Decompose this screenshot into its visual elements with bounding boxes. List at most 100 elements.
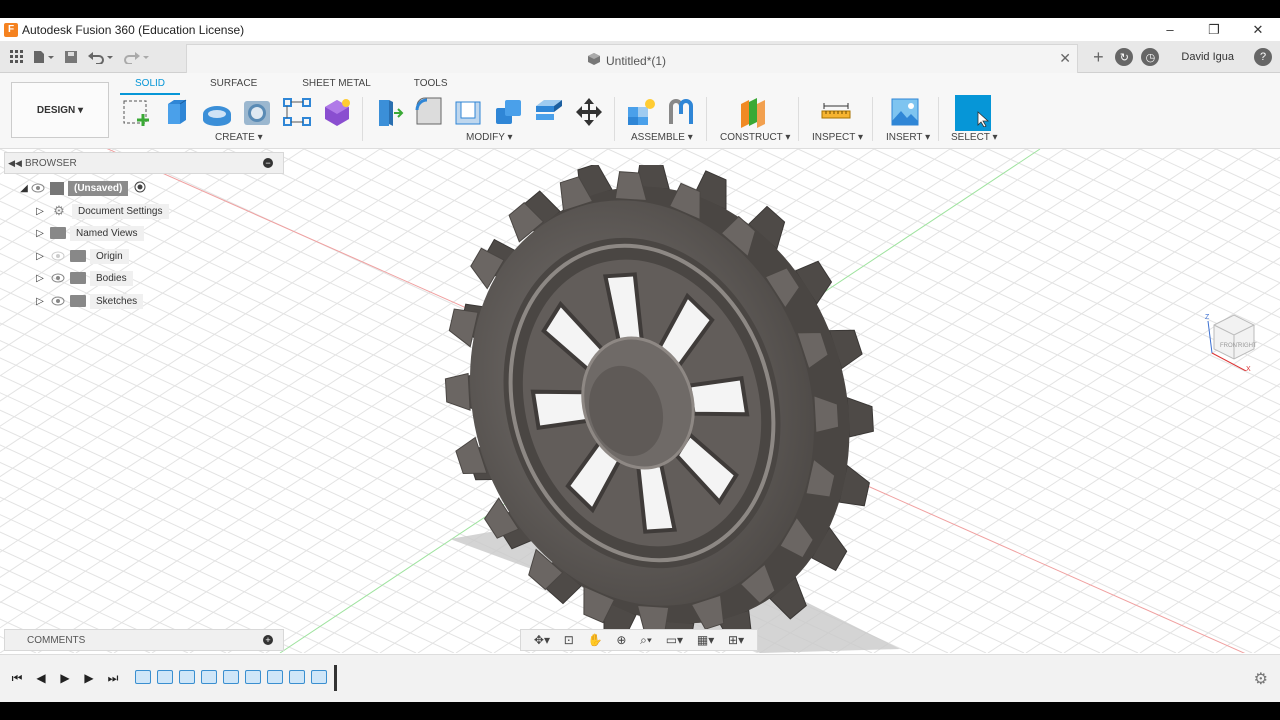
browser-item-label: Bodies (90, 270, 133, 286)
tab-solid[interactable]: SOLID (120, 75, 181, 95)
timeline-feature-extrude[interactable] (223, 670, 239, 684)
modify-menu[interactable]: MODIFY ▾ (466, 132, 513, 143)
save-icon[interactable] (60, 46, 82, 68)
file-icon[interactable] (30, 46, 58, 68)
revolve-icon[interactable] (200, 95, 234, 129)
job-status-icon[interactable]: ↻ (1115, 48, 1134, 66)
minimize-button[interactable]: – (1148, 18, 1192, 41)
combine-icon[interactable] (492, 95, 526, 129)
insert-image-icon[interactable] (888, 95, 922, 129)
user-account[interactable]: David Igua (1181, 51, 1234, 63)
document-tab[interactable]: Untitled*(1) ✕ (186, 44, 1078, 73)
expand-arrow-icon[interactable]: ▷ (34, 206, 46, 217)
look-at-icon[interactable]: ⊡ (564, 633, 574, 647)
maximize-button[interactable]: ❐ (1192, 18, 1236, 41)
browser-item-sketches[interactable]: ▷ Sketches (34, 291, 144, 311)
view-cube[interactable]: FRONT RIGHT Z X (1204, 307, 1264, 371)
browser-item-named-views[interactable]: ▷ Named Views (34, 223, 144, 243)
notifications-icon[interactable]: ◷ (1141, 48, 1160, 66)
go-to-start-icon[interactable]: ⏮ (8, 669, 26, 687)
browser-item-origin[interactable]: ▷ Origin (34, 246, 129, 266)
shell-icon[interactable] (452, 95, 486, 129)
pattern-icon[interactable] (280, 95, 314, 129)
create-menu[interactable]: CREATE ▾ (215, 132, 263, 143)
construct-menu[interactable]: CONSTRUCT ▾ (720, 132, 790, 143)
timeline-feature-sketch[interactable] (201, 670, 217, 684)
press-pull-icon[interactable] (372, 95, 406, 129)
extrude-icon[interactable] (160, 95, 194, 129)
workspace-switcher[interactable]: DESIGN ▾ (11, 82, 109, 138)
group-separator (798, 97, 799, 141)
root-node-label: (Unsaved) (68, 180, 129, 196)
sprocket-gear-model[interactable] (430, 165, 890, 645)
visibility-eye-icon[interactable] (50, 295, 66, 307)
visibility-eye-icon[interactable] (30, 182, 46, 194)
group-separator (706, 97, 707, 141)
comments-panel-header: COMMENTS + (4, 629, 284, 651)
undo-icon[interactable] (84, 46, 118, 68)
fit-icon[interactable]: ⌕▾ (640, 633, 652, 648)
measure-icon[interactable] (819, 95, 853, 129)
create-sketch-icon[interactable] (120, 95, 154, 129)
browser-root-node[interactable]: ◢ (Unsaved) (18, 178, 146, 198)
zoom-icon[interactable]: ⊕ (616, 633, 626, 647)
collapse-panel-icon[interactable]: ◀◀ (5, 158, 25, 169)
collapse-arrow-icon[interactable]: ◢ (18, 183, 30, 194)
visibility-eye-icon[interactable] (50, 272, 66, 284)
inspect-menu[interactable]: INSPECT ▾ (812, 132, 863, 143)
insert-menu[interactable]: INSERT ▾ (886, 132, 930, 143)
tab-sheet-metal[interactable]: SHEET METAL (272, 75, 386, 95)
tab-tools[interactable]: TOOLS (386, 75, 463, 95)
expand-arrow-icon[interactable]: ▷ (34, 251, 46, 262)
folder-icon (70, 250, 86, 262)
timeline-settings-gear-icon[interactable]: ⚙ (1254, 669, 1268, 689)
tab-surface[interactable]: SURFACE (180, 75, 272, 95)
select-menu[interactable]: SELECT ▾ (951, 132, 998, 143)
timeline-marker[interactable] (334, 665, 337, 691)
new-component-icon[interactable] (624, 95, 658, 129)
create-form-icon[interactable] (320, 95, 354, 129)
expand-arrow-icon[interactable]: ▷ (34, 273, 46, 284)
display-settings-icon[interactable]: ▭▾ (666, 633, 683, 647)
close-tab-button[interactable]: ✕ (1059, 50, 1071, 67)
help-icon[interactable]: ? (1254, 48, 1272, 66)
activate-radio-icon[interactable] (134, 181, 146, 196)
timeline-feature-pattern[interactable] (311, 670, 327, 684)
timeline-feature-sketch[interactable] (267, 670, 283, 684)
timeline-feature-pattern[interactable] (245, 670, 261, 684)
step-forward-icon[interactable]: ▶ (80, 669, 98, 687)
visibility-eye-icon[interactable] (50, 250, 66, 262)
close-button[interactable]: ✕ (1236, 18, 1280, 41)
timeline-feature-revolve[interactable] (179, 670, 195, 684)
move-copy-icon[interactable] (572, 95, 606, 129)
expand-arrow-icon[interactable]: ▷ (34, 296, 46, 307)
offset-face-icon[interactable] (532, 95, 566, 129)
fillet-icon[interactable] (412, 95, 446, 129)
expand-arrow-icon[interactable]: ▷ (34, 228, 46, 239)
hole-icon[interactable] (240, 95, 274, 129)
select-icon[interactable] (955, 95, 991, 131)
timeline-feature-revolve[interactable] (157, 670, 173, 684)
browser-minimize-button[interactable]: − (263, 158, 273, 168)
go-to-end-icon[interactable]: ⏭ (104, 669, 122, 687)
browser-item-document-settings[interactable]: ▷ ⚙ Document Settings (34, 201, 169, 221)
offset-plane-icon[interactable] (736, 95, 770, 129)
new-tab-icon[interactable]: + (1089, 47, 1107, 68)
timeline-feature-sketch[interactable] (135, 670, 151, 684)
pan-icon[interactable]: ✋ (588, 633, 603, 647)
grid-settings-icon[interactable]: ▦▾ (697, 633, 714, 647)
browser-item-label: Origin (90, 248, 129, 264)
apps-grid-icon[interactable] (6, 46, 28, 68)
step-back-icon[interactable]: ◀ (32, 669, 50, 687)
browser-item-bodies[interactable]: ▷ Bodies (34, 268, 133, 288)
play-icon[interactable]: ▶ (56, 669, 74, 687)
redo-icon[interactable] (120, 46, 154, 68)
add-comment-button[interactable]: + (263, 635, 273, 645)
timeline-feature-extrude[interactable] (289, 670, 305, 684)
3d-viewport[interactable]: FRONT RIGHT Z X (0, 149, 1280, 653)
orbit-icon[interactable]: ✥▾ (534, 633, 550, 647)
browser-panel-header: ◀◀ BROWSER − (4, 152, 284, 174)
assemble-menu[interactable]: ASSEMBLE ▾ (631, 132, 693, 143)
viewports-icon[interactable]: ⊞▾ (728, 633, 744, 647)
joint-icon[interactable] (664, 95, 698, 129)
